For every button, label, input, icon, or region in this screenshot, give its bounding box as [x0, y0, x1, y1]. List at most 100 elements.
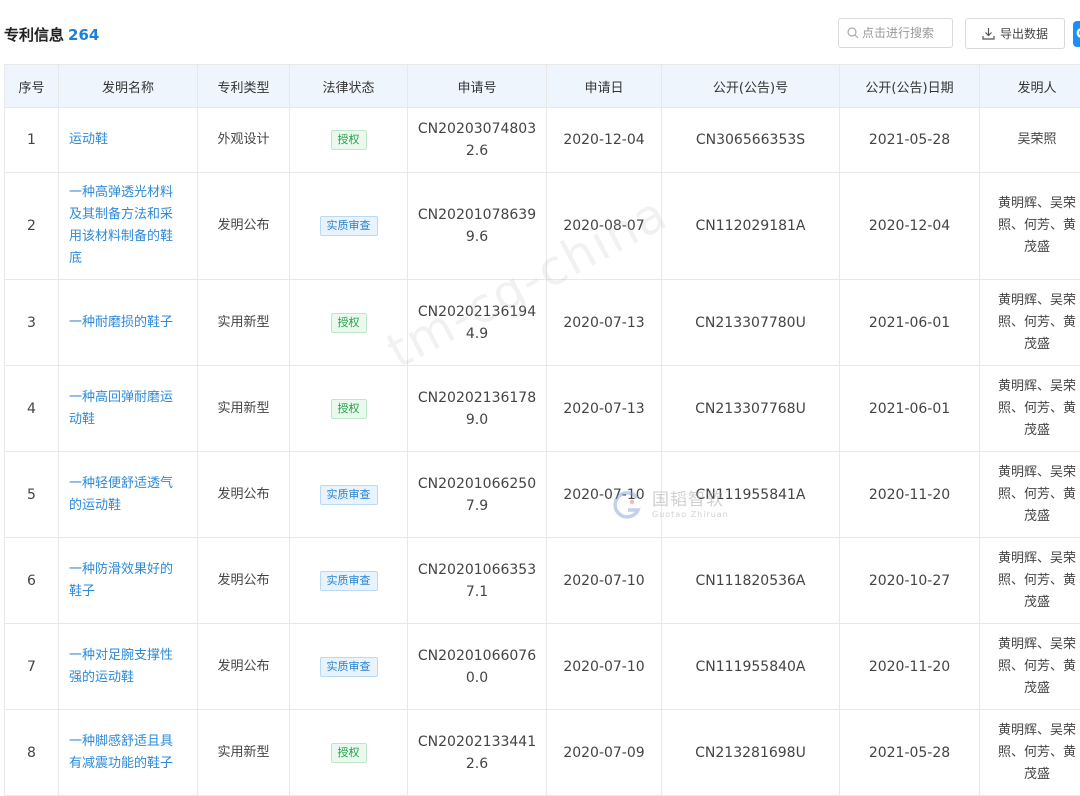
table-row: 6一种防滑效果好的鞋子发明公布实质审查CN202010663537.12020-… [5, 538, 1080, 624]
inventor-line: 茂盛 [984, 592, 1080, 614]
cell-patent-name[interactable]: 一种防滑效果好的鞋子 [59, 538, 198, 624]
cell-legal-status: 授权 [290, 108, 408, 173]
section-title: 专利信息264 [4, 24, 99, 45]
cell-index: 7 [5, 624, 59, 710]
inventor-line: 茂盛 [984, 764, 1080, 786]
patent-name-line[interactable]: 一种防滑效果好的 [69, 559, 185, 581]
cell-patent-type: 发明公布 [198, 452, 290, 538]
inventor-line: 照、何芳、黄 [984, 484, 1080, 506]
cell-publication-date: 2021-06-01 [840, 366, 980, 452]
application-no-line: 4.9 [408, 323, 546, 345]
patent-name-line[interactable]: 一种对足腕支撑性 [69, 645, 185, 667]
cell-patent-name[interactable]: 运动鞋 [59, 108, 198, 173]
cell-patent-name[interactable]: 一种对足腕支撑性强的运动鞋 [59, 624, 198, 710]
application-no-line: CN20201066353 [408, 559, 546, 581]
cell-application-date: 2020-12-04 [547, 108, 662, 173]
patent-name-line[interactable]: 一种脚感舒适且具 [69, 731, 185, 753]
search-box[interactable] [838, 18, 953, 48]
cell-legal-status: 实质审查 [290, 452, 408, 538]
cell-patent-type: 外观设计 [198, 108, 290, 173]
cell-patent-type: 发明公布 [198, 538, 290, 624]
patent-name-line[interactable]: 的运动鞋 [69, 495, 185, 517]
cell-inventor: 黄明辉、吴荣照、何芳、黄茂盛 [980, 366, 1080, 452]
table-row: 1 运动鞋外观设计 授权 CN202030748032.62020-12-04CN30… [5, 108, 1080, 173]
patent-name-line[interactable]: 动鞋 [69, 409, 185, 431]
cell-patent-name[interactable]: 一种高回弹耐磨运动鞋 [59, 366, 198, 452]
table-row: 2一种高弹透光材料及其制备方法和采用该材料制备的鞋底发明公布实质审查CN2020… [5, 173, 1080, 280]
status-badge: 实质审查 [320, 485, 378, 505]
cell-application-no: CN202021361944.9 [408, 280, 547, 366]
cell-publication-date: 2020-11-20 [840, 624, 980, 710]
application-no-line: 0.0 [408, 667, 546, 689]
inventor-line: 照、何芳、黄 [984, 656, 1080, 678]
cell-legal-status: 授权 [290, 280, 408, 366]
patent-name-line[interactable]: 及其制备方法和采 [69, 204, 185, 226]
status-badge: 实质审查 [320, 657, 378, 677]
cell-index: 8 [5, 710, 59, 796]
cell-patent-name[interactable]: 一种高弹透光材料及其制备方法和采用该材料制备的鞋底 [59, 173, 198, 280]
inventor-line: 黄明辉、吴荣 [984, 462, 1080, 484]
cell-index: 1 [5, 108, 59, 173]
col-header-name: 发明名称 [59, 65, 198, 108]
cell-inventor: 黄明辉、吴荣照、何芳、黄茂盛 [980, 280, 1080, 366]
application-no-line: CN20201066076 [408, 645, 546, 667]
inventor-line: 黄明辉、吴荣 [984, 193, 1080, 215]
cell-application-date: 2020-07-10 [547, 624, 662, 710]
cell-application-date: 2020-07-10 [547, 538, 662, 624]
col-header-type: 专利类型 [198, 65, 290, 108]
cell-patent-name[interactable]: 一种脚感舒适且具有减震功能的鞋子 [59, 710, 198, 796]
inventor-line: 照、何芳、黄 [984, 570, 1080, 592]
patent-name-line[interactable]: 一种高回弹耐磨运 [69, 387, 185, 409]
edge-button[interactable]: G [1073, 21, 1080, 47]
col-header-status: 法律状态 [290, 65, 408, 108]
inventor-line: 茂盛 [984, 334, 1080, 356]
cell-publication-date: 2021-06-01 [840, 280, 980, 366]
cell-publication-date: 2020-11-20 [840, 452, 980, 538]
patent-name-line[interactable]: 用该材料制备的鞋 [69, 226, 185, 248]
application-no-line: CN20202136194 [408, 301, 546, 323]
patent-name-line[interactable]: 鞋子 [69, 581, 185, 603]
inventor-line: 茂盛 [984, 237, 1080, 259]
application-no-line: 9.0 [408, 409, 546, 431]
application-no-line: 9.6 [408, 226, 546, 248]
cell-inventor: 黄明辉、吴荣照、何芳、黄茂盛 [980, 710, 1080, 796]
cell-inventor: 黄明辉、吴荣照、何芳、黄茂盛 [980, 173, 1080, 280]
cell-application-no: CN202010663537.1 [408, 538, 547, 624]
patent-name-line[interactable]: 底 [69, 248, 185, 270]
patent-name-line[interactable]: 一种轻便舒适透气 [69, 473, 185, 495]
inventor-line: 照、何芳、黄 [984, 215, 1080, 237]
search-input[interactable] [862, 26, 946, 40]
patent-name-line[interactable]: 强的运动鞋 [69, 667, 185, 689]
col-header-pub-date: 公开(公告)日期 [840, 65, 980, 108]
edge-button-label: G [1076, 27, 1080, 42]
cell-application-no: CN202030748032.6 [408, 108, 547, 173]
inventor-line: 黄明辉、吴荣 [984, 634, 1080, 656]
inventor-line: 黄明辉、吴荣 [984, 548, 1080, 570]
patent-name-line[interactable]: 一种耐磨损的鞋子 [69, 312, 185, 334]
application-no-line: 2.6 [408, 753, 546, 775]
status-badge: 授权 [331, 313, 367, 333]
application-no-line: CN20201078639 [408, 204, 546, 226]
status-badge: 实质审查 [320, 571, 378, 591]
application-no-line: CN20201066250 [408, 473, 546, 495]
patent-name-line[interactable]: 运动鞋 [69, 129, 185, 151]
col-header-app-date: 申请日 [547, 65, 662, 108]
cell-index: 2 [5, 173, 59, 280]
application-no-line: 7.9 [408, 495, 546, 517]
cell-patent-name[interactable]: 一种轻便舒适透气的运动鞋 [59, 452, 198, 538]
patent-name-line[interactable]: 一种高弹透光材料 [69, 182, 185, 204]
table-header-row: 序号 发明名称 专利类型 法律状态 申请号 申请日 公开(公告)号 公开(公告)… [5, 65, 1080, 108]
cell-legal-status: 授权 [290, 710, 408, 796]
cell-publication-no: CN111955840A [662, 624, 840, 710]
cell-publication-no: CN306566353S [662, 108, 840, 173]
cell-patent-type: 发明公布 [198, 624, 290, 710]
status-badge: 授权 [331, 130, 367, 150]
cell-inventor: 吴荣照 [980, 108, 1080, 173]
table-row: 3一种耐磨损的鞋子实用新型授权CN202021361944.92020-07-1… [5, 280, 1080, 366]
cell-index: 5 [5, 452, 59, 538]
patent-name-line[interactable]: 有减震功能的鞋子 [69, 753, 185, 775]
cell-application-date: 2020-08-07 [547, 173, 662, 280]
cell-patent-name[interactable]: 一种耐磨损的鞋子 [59, 280, 198, 366]
cell-publication-date: 2020-12-04 [840, 173, 980, 280]
export-button[interactable]: 导出数据 [965, 18, 1065, 49]
